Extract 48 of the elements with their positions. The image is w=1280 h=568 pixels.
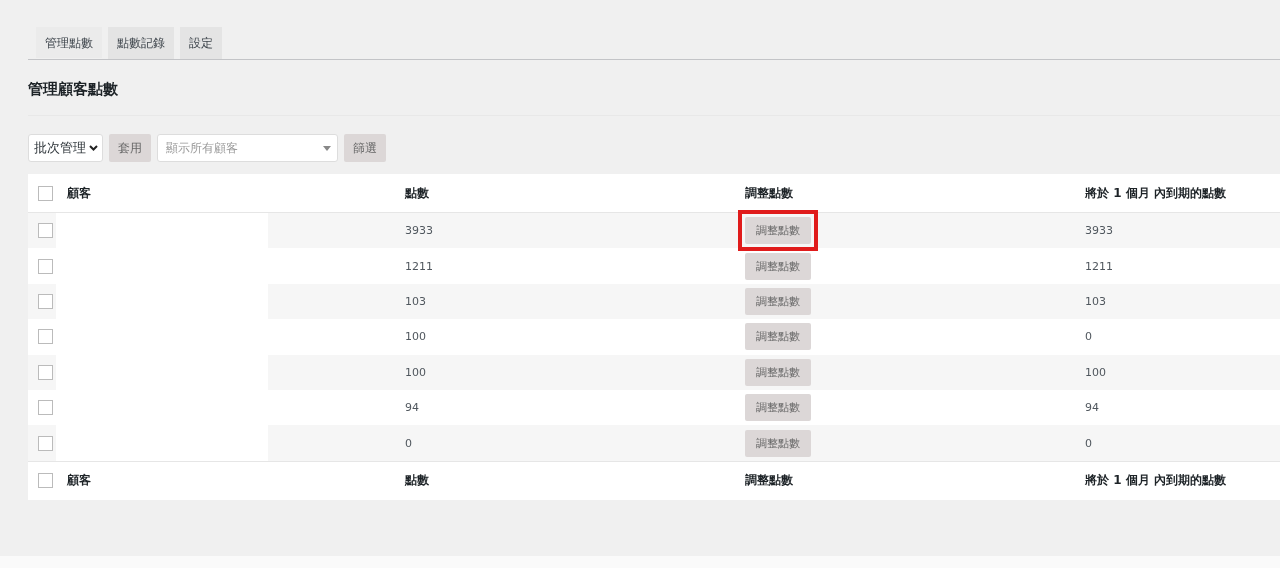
points-cell-text: 1211	[405, 259, 434, 273]
column-footer: 點數	[405, 472, 745, 490]
column-header: 點數	[405, 184, 430, 202]
bulk-action-select[interactable]: 批次管理	[28, 134, 103, 162]
expiring-points-cell-text: 0	[1085, 436, 1093, 450]
adjust-points-button[interactable]: 調整點數	[745, 358, 811, 386]
column-header: 調整點數	[745, 184, 794, 202]
adjust-points-button[interactable]: 調整點數	[745, 429, 811, 457]
row-checkbox[interactable]	[38, 435, 53, 451]
adjust-points-button[interactable]: 調整點數	[745, 287, 811, 315]
points-cell-text: 103	[405, 294, 427, 308]
points-cell-text: 100	[405, 330, 427, 344]
tab[interactable]: 點數記錄	[108, 27, 174, 59]
column-header: 將於 1 個月 內到期的點數	[1085, 184, 1227, 202]
row-checkbox[interactable]	[38, 364, 53, 380]
filter-button[interactable]: 篩選	[344, 134, 386, 162]
expiring-points-cell-text: 103	[1085, 294, 1107, 308]
points-cell-text: 3933	[405, 224, 434, 238]
customer-filter-field[interactable]: 顯示所有顧客	[157, 134, 338, 162]
select-all-checkbox[interactable]	[38, 473, 53, 489]
caret-icon	[323, 145, 331, 151]
points-cell-text: 100	[405, 365, 427, 379]
adjust-points-button[interactable]: 調整點數	[745, 217, 811, 245]
column-footer: 將於 1 個月 內到期的點數	[1085, 472, 1280, 490]
adjust-points-button[interactable]: 調整點數	[745, 394, 811, 422]
expiring-points-cell-text: 94	[1085, 401, 1100, 415]
select-all-checkbox[interactable]	[38, 185, 53, 201]
chevron-down-icon	[89, 145, 98, 151]
tab[interactable]: 管理點數	[36, 27, 102, 59]
column-footer: 調整點數	[745, 472, 1085, 490]
row-checkbox[interactable]	[38, 400, 53, 416]
column-footer: 顧客	[67, 472, 405, 490]
column-header: 顧客	[67, 184, 92, 202]
expiring-points-cell-text: 3933	[1085, 224, 1114, 238]
expiring-points-cell-text: 0	[1085, 330, 1093, 344]
adjust-points-button[interactable]: 調整點數	[745, 323, 811, 351]
row-checkbox[interactable]	[38, 329, 53, 345]
points-cell-text: 94	[405, 401, 420, 415]
tab[interactable]: 設定	[180, 27, 222, 59]
row-checkbox[interactable]	[38, 293, 53, 309]
expiring-points-cell-text: 100	[1085, 365, 1107, 379]
points-cell-text: 0	[405, 436, 413, 450]
row-checkbox[interactable]	[38, 223, 53, 239]
page-heading: 管理顧客點數	[28, 80, 119, 99]
row-checkbox[interactable]	[38, 258, 53, 274]
expiring-points-cell-text: 1211	[1085, 259, 1114, 273]
apply-button[interactable]: 套用	[109, 134, 151, 162]
adjust-points-button[interactable]: 調整點數	[745, 252, 811, 280]
